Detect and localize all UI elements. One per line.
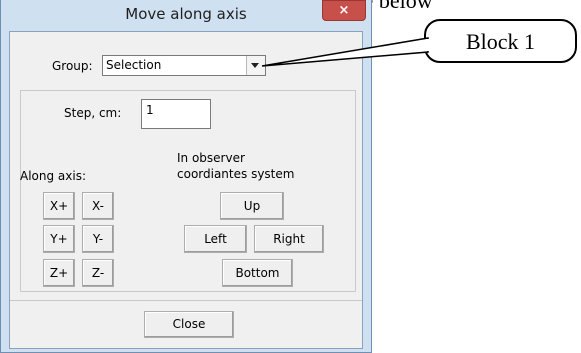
window-close-button[interactable]: × — [322, 0, 366, 21]
group-dropdown-button[interactable] — [246, 56, 265, 75]
observer-label-line1: In observer — [177, 151, 245, 165]
step-input[interactable]: 1 — [141, 99, 211, 129]
close-icon: × — [338, 3, 350, 18]
title-bar[interactable]: Move along axis × — [1, 0, 371, 31]
separator — [10, 300, 362, 301]
bottom-button[interactable]: Bottom — [222, 259, 293, 287]
x-plus-button[interactable]: X+ — [43, 192, 75, 220]
callout-box: Block 1 — [424, 19, 577, 63]
step-label: Step, cm: — [64, 106, 122, 120]
y-plus-button[interactable]: Y+ — [43, 225, 75, 253]
right-button[interactable]: Right — [254, 225, 324, 253]
group-select[interactable]: Selection — [102, 55, 266, 76]
y-minus-button[interactable]: Y- — [82, 225, 114, 253]
dialog-client-area: Group: Selection Step, cm: 1 Along axis:… — [9, 31, 363, 349]
z-plus-button[interactable]: Z+ — [43, 259, 75, 287]
group-select-value: Selection — [106, 58, 162, 72]
dialog-title: Move along axis — [125, 5, 247, 23]
x-minus-button[interactable]: X- — [82, 192, 114, 220]
observer-label-line2: coordiantes system — [177, 167, 295, 181]
up-button[interactable]: Up — [220, 192, 284, 220]
left-button[interactable]: Left — [184, 225, 247, 253]
z-minus-button[interactable]: Z- — [82, 259, 114, 287]
movement-groupbox: Step, cm: 1 Along axis: In observer coor… — [20, 90, 356, 292]
callout-label: Block 1 — [465, 29, 536, 54]
close-button[interactable]: Close — [144, 311, 234, 338]
group-label: Group: — [52, 59, 93, 73]
along-axis-label: Along axis: — [20, 169, 87, 183]
move-along-axis-dialog: Move along axis × Group: Selection Step,… — [0, 0, 372, 353]
chevron-down-icon — [251, 63, 259, 68]
